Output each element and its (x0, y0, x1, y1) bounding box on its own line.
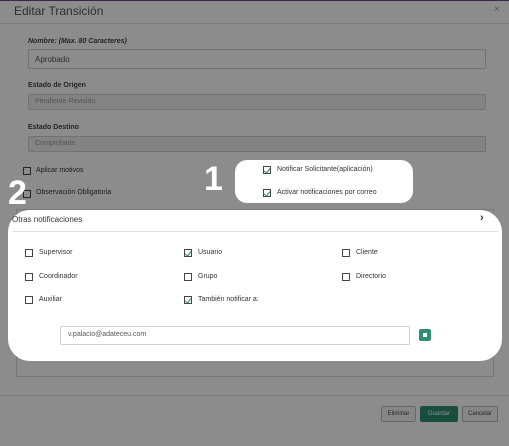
supervisor-checkbox[interactable] (25, 249, 33, 257)
directorio-label: Directorio (356, 273, 386, 280)
grupo-label: Grupo (198, 273, 218, 280)
screen: Editar Transición × Nombre: (Max. 80 Car… (0, 0, 509, 446)
coordinador-checkbox[interactable] (25, 273, 33, 281)
callout-notify-options: Notificar Solicitante(aplicación) Activa… (235, 160, 413, 203)
email-notifications-label: Activar notificaciones por correo (277, 189, 377, 196)
also-notify-label: También notificar a: (198, 296, 259, 303)
grupo-checkbox[interactable] (184, 273, 192, 281)
annotation-number-2: 2 (8, 174, 27, 212)
coordinador-label: Coordinador (39, 273, 78, 280)
notify-requester-checkbox[interactable] (263, 166, 271, 174)
extra-email-input[interactable]: v.palacio@adateceu.com (60, 326, 410, 345)
cliente-checkbox[interactable] (342, 249, 350, 257)
notify-requester-label: Notificar Solicitante(aplicación) (277, 166, 373, 173)
auxiliar-checkbox[interactable] (25, 296, 33, 304)
annotation-number-1: 1 (204, 160, 223, 198)
cliente-label: Cliente (356, 249, 378, 256)
other-notifications-title: Otras notificaciones (12, 215, 83, 224)
directorio-checkbox[interactable] (342, 273, 350, 281)
add-email-button[interactable] (419, 329, 431, 341)
usuario-label: Usuario (198, 249, 223, 256)
section-divider (12, 231, 498, 232)
also-notify-checkbox[interactable] (184, 296, 192, 304)
chevron-right-icon[interactable]: › (480, 212, 484, 224)
auxiliar-label: Auxiliar (39, 296, 62, 303)
callout-other-notifications: Otras notificaciones › Supervisor Usuari… (8, 210, 502, 361)
supervisor-label: Supervisor (39, 249, 73, 256)
usuario-checkbox[interactable] (184, 249, 192, 257)
email-notifications-checkbox[interactable] (263, 189, 271, 197)
